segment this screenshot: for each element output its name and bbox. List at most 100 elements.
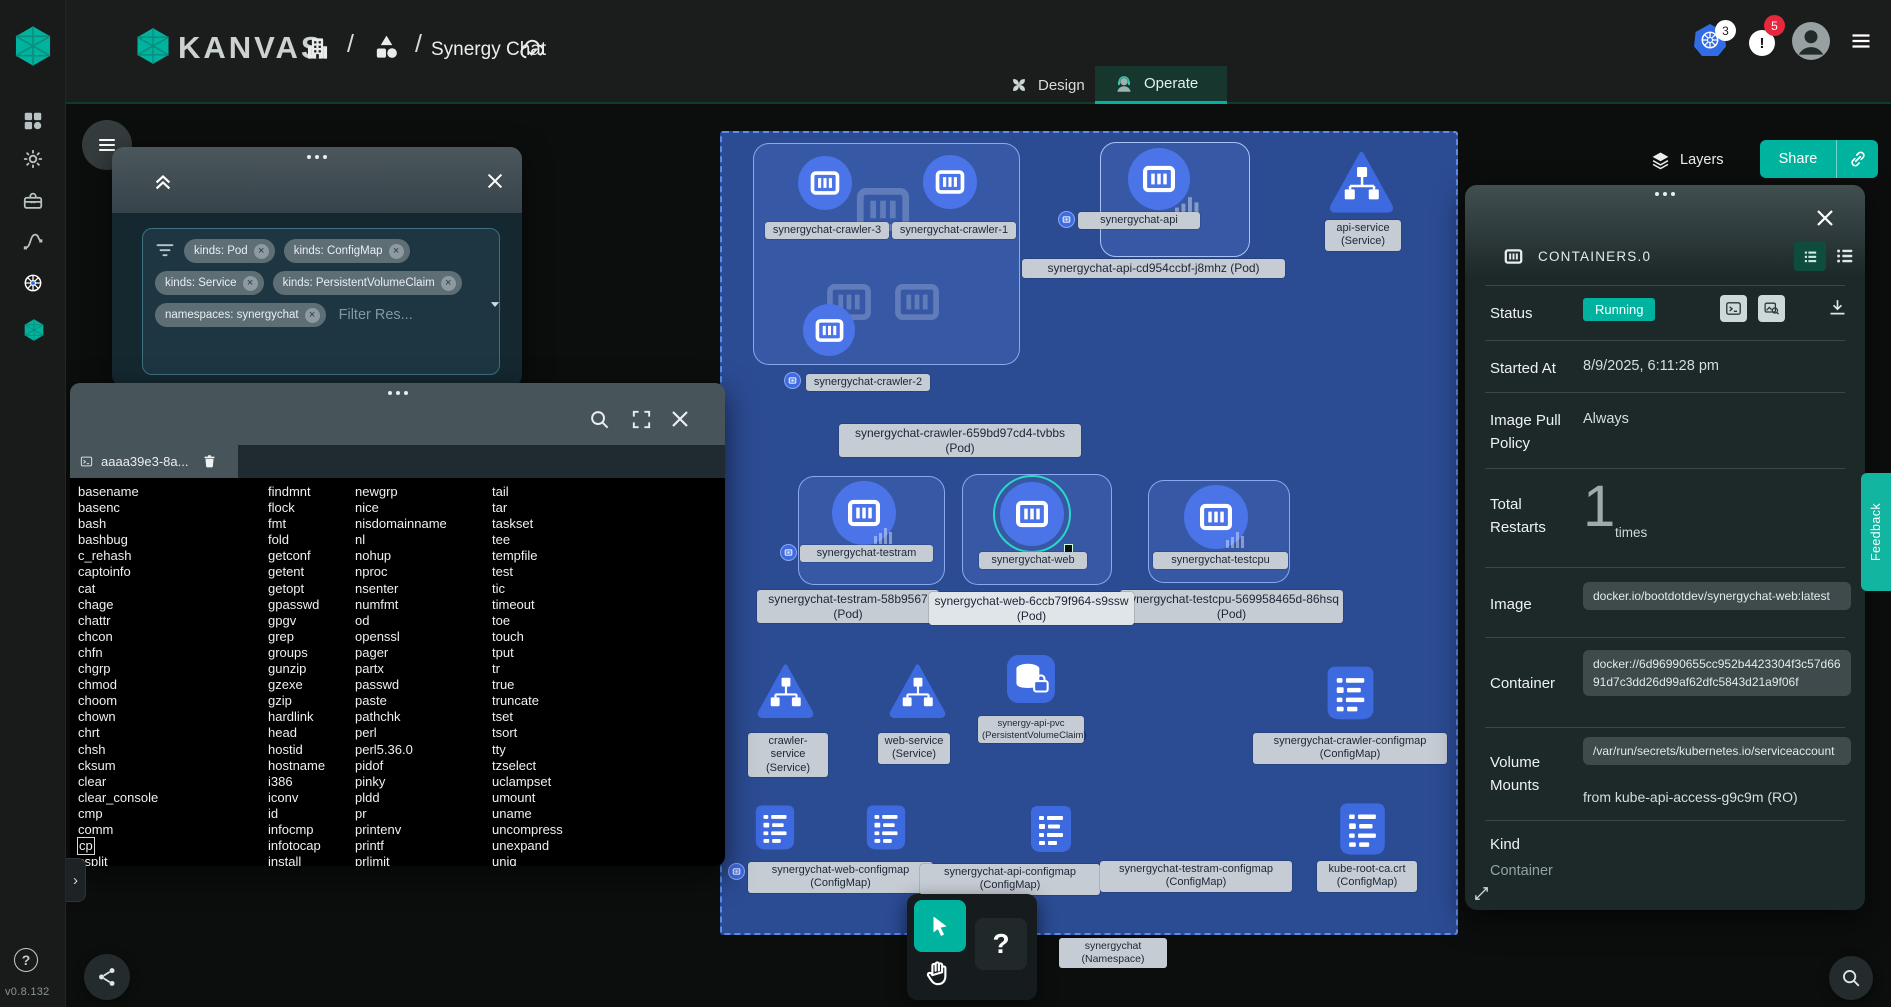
chip-remove-icon[interactable]: ×	[243, 276, 258, 291]
list-view-button[interactable]	[1834, 245, 1856, 267]
download-logs-button[interactable]	[1827, 297, 1848, 318]
terminal-command: gpasswd	[268, 597, 355, 613]
expand-panel-icon[interactable]	[1473, 885, 1490, 902]
drag-handle-icon[interactable]	[70, 391, 725, 395]
node-label[interactable]: api-service (Service)	[1325, 220, 1401, 251]
node-label-namespace[interactable]: synergychat (Namespace)	[1059, 938, 1167, 968]
select-tool-button[interactable]	[914, 900, 966, 952]
close-icon[interactable]	[668, 407, 692, 431]
drag-handle-icon[interactable]	[112, 155, 522, 159]
designs-icon[interactable]	[372, 32, 401, 63]
terminal-tab[interactable]: aaaa39e3-8a...	[70, 445, 238, 478]
configmap-node-kube-root-ca[interactable]	[1335, 800, 1390, 858]
node-label[interactable]: crawler-service (Service)	[748, 733, 828, 777]
node-label[interactable]: synergy-api-pvc (PersistentVolumeClaim)	[978, 716, 1084, 743]
help-tool-button[interactable]: ?	[975, 918, 1027, 970]
node-label[interactable]: synergychat-web	[979, 552, 1087, 569]
chip-remove-icon[interactable]: ×	[441, 276, 456, 291]
filter-chip[interactable]: kinds: Service×	[155, 271, 264, 295]
sidebar-item-settings[interactable]	[22, 148, 46, 172]
quick-actions-button[interactable]	[84, 954, 130, 1000]
feedback-tab[interactable]: Feedback	[1861, 473, 1891, 591]
node-label[interactable]: synergychat-web-configmap (ConfigMap)	[748, 862, 933, 893]
node-label[interactable]: synergychat-crawler-3	[765, 222, 889, 239]
close-icon[interactable]	[1813, 206, 1837, 230]
trash-icon[interactable]	[202, 454, 217, 469]
filter-placeholder[interactable]: Filter Res...	[339, 307, 413, 323]
terminal-header[interactable]	[70, 383, 725, 445]
compact-view-button[interactable]	[1794, 241, 1826, 271]
node-label[interactable]: synergychat-crawler-2	[806, 374, 930, 391]
container-value[interactable]: docker://6d96990655cc952b4423304f3c57d66…	[1583, 650, 1851, 696]
volume-mounts-value[interactable]: /var/run/secrets/kubernetes.io/serviceac…	[1583, 737, 1851, 765]
sidebar-item-toolkit[interactable]	[22, 190, 46, 214]
service-node-crawler-service[interactable]	[756, 658, 815, 723]
copy-link-button[interactable]	[1837, 140, 1878, 178]
filter-chip[interactable]: namespaces: synergychat×	[155, 303, 326, 327]
node-label[interactable]: synergychat-web-6ccb79f964-s9ssw (Pod)	[929, 592, 1134, 625]
pod-node-crawler-1[interactable]	[923, 155, 977, 209]
link-icon	[1848, 149, 1868, 169]
brand-name[interactable]: KANVAS	[178, 30, 325, 66]
layers-button[interactable]: Layers	[1650, 142, 1724, 178]
help-button[interactable]: ?	[14, 948, 38, 972]
organization-icon[interactable]	[304, 34, 331, 63]
share-button[interactable]: Share	[1760, 140, 1837, 178]
filter-chip[interactable]: kinds: ConfigMap×	[284, 239, 410, 263]
app-menu-icon[interactable]	[1848, 29, 1874, 53]
node-label[interactable]: synergychat-api-cd954ccbf-j8mhz (Pod)	[1022, 259, 1285, 278]
node-label[interactable]: synergychat-testram-configmap (ConfigMap…	[1100, 861, 1292, 892]
node-label[interactable]: synergychat-crawler-configmap (ConfigMap…	[1253, 733, 1447, 764]
pod-group-crawler[interactable]	[753, 143, 1020, 365]
fullscreen-icon[interactable]	[630, 408, 653, 431]
chip-remove-icon[interactable]: ×	[254, 244, 269, 259]
filter-panel-header[interactable]	[112, 147, 522, 213]
filter-chip[interactable]: kinds: Pod×	[184, 239, 275, 263]
drag-handle-icon[interactable]	[1465, 192, 1865, 196]
configmap-node-api-configmap[interactable]	[863, 800, 909, 855]
configmap-node-web-configmap[interactable]	[752, 800, 798, 855]
node-label[interactable]: synergychat-testcpu	[1153, 552, 1288, 569]
zoom-button[interactable]	[1829, 956, 1873, 1000]
filter-input[interactable]: kinds: Pod× kinds: ConfigMap× kinds: Servi…	[142, 228, 500, 375]
pvc-node-synergy-api-pvc[interactable]	[1006, 648, 1056, 710]
service-node-api-service[interactable]	[1328, 150, 1395, 213]
meshery-logo[interactable]	[11, 24, 55, 68]
node-label[interactable]: synergychat-api-configmap (ConfigMap)	[920, 864, 1100, 895]
node-label[interactable]: synergychat-testram-58b9567 (Pod)	[757, 590, 939, 623]
chip-remove-icon[interactable]: ×	[389, 244, 404, 259]
node-label[interactable]: synergychat-testram	[800, 545, 933, 562]
sidebar-item-dashboard[interactable]	[22, 110, 46, 134]
image-inspect-button[interactable]	[1758, 295, 1785, 322]
chevron-down-icon[interactable]	[486, 295, 504, 313]
configmap-node-testram-configmap[interactable]	[1027, 800, 1075, 858]
node-label[interactable]: web-service (Service)	[878, 733, 950, 764]
pod-node-crawler-2[interactable]	[803, 304, 855, 356]
chip-remove-icon[interactable]: ×	[305, 308, 320, 323]
service-node-web-service[interactable]	[888, 658, 947, 723]
collapse-icon[interactable]	[152, 171, 174, 193]
sidebar-item-helm[interactable]	[22, 272, 46, 296]
close-icon[interactable]	[484, 170, 506, 192]
pod-node-crawler-3[interactable]	[798, 156, 852, 210]
tab-operate[interactable]: Operate	[1095, 66, 1227, 104]
terminal-command: chown	[78, 709, 268, 725]
filter-chip[interactable]: kinds: PersistentVolumeClaim×	[273, 271, 462, 295]
exec-terminal-button[interactable]	[1720, 295, 1747, 322]
configmap-node-crawler-configmap[interactable]	[1323, 663, 1378, 723]
sidebar-item-kanvas-active[interactable]	[22, 318, 46, 342]
node-label[interactable]: synergychat-testcpu-569958465d-86hsq (Po…	[1120, 590, 1343, 623]
sidebar-expand-chevron[interactable]: ›	[66, 858, 86, 902]
search-icon[interactable]	[588, 408, 611, 431]
terminal-body[interactable]: basenamefindmntnewgrptailbasencflocknice…	[70, 478, 725, 866]
image-value[interactable]: docker.io/bootdotdev/synergychat-web:lat…	[1583, 582, 1851, 610]
node-label[interactable]: synergychat-api	[1078, 212, 1200, 229]
sidebar-item-connections[interactable]	[22, 230, 46, 254]
tab-design[interactable]: Design	[991, 66, 1103, 104]
node-label[interactable]: synergychat-crawler-659bd97cd4-tvbbs (Po…	[839, 424, 1081, 457]
kanvas-logo-icon[interactable]	[133, 26, 173, 66]
node-label[interactable]: kube-root-ca.crt (ConfigMap)	[1317, 861, 1417, 892]
pan-hand-icon[interactable]	[923, 958, 953, 988]
node-label[interactable]: synergychat-crawler-1	[892, 222, 1016, 239]
avatar[interactable]	[1792, 22, 1830, 60]
